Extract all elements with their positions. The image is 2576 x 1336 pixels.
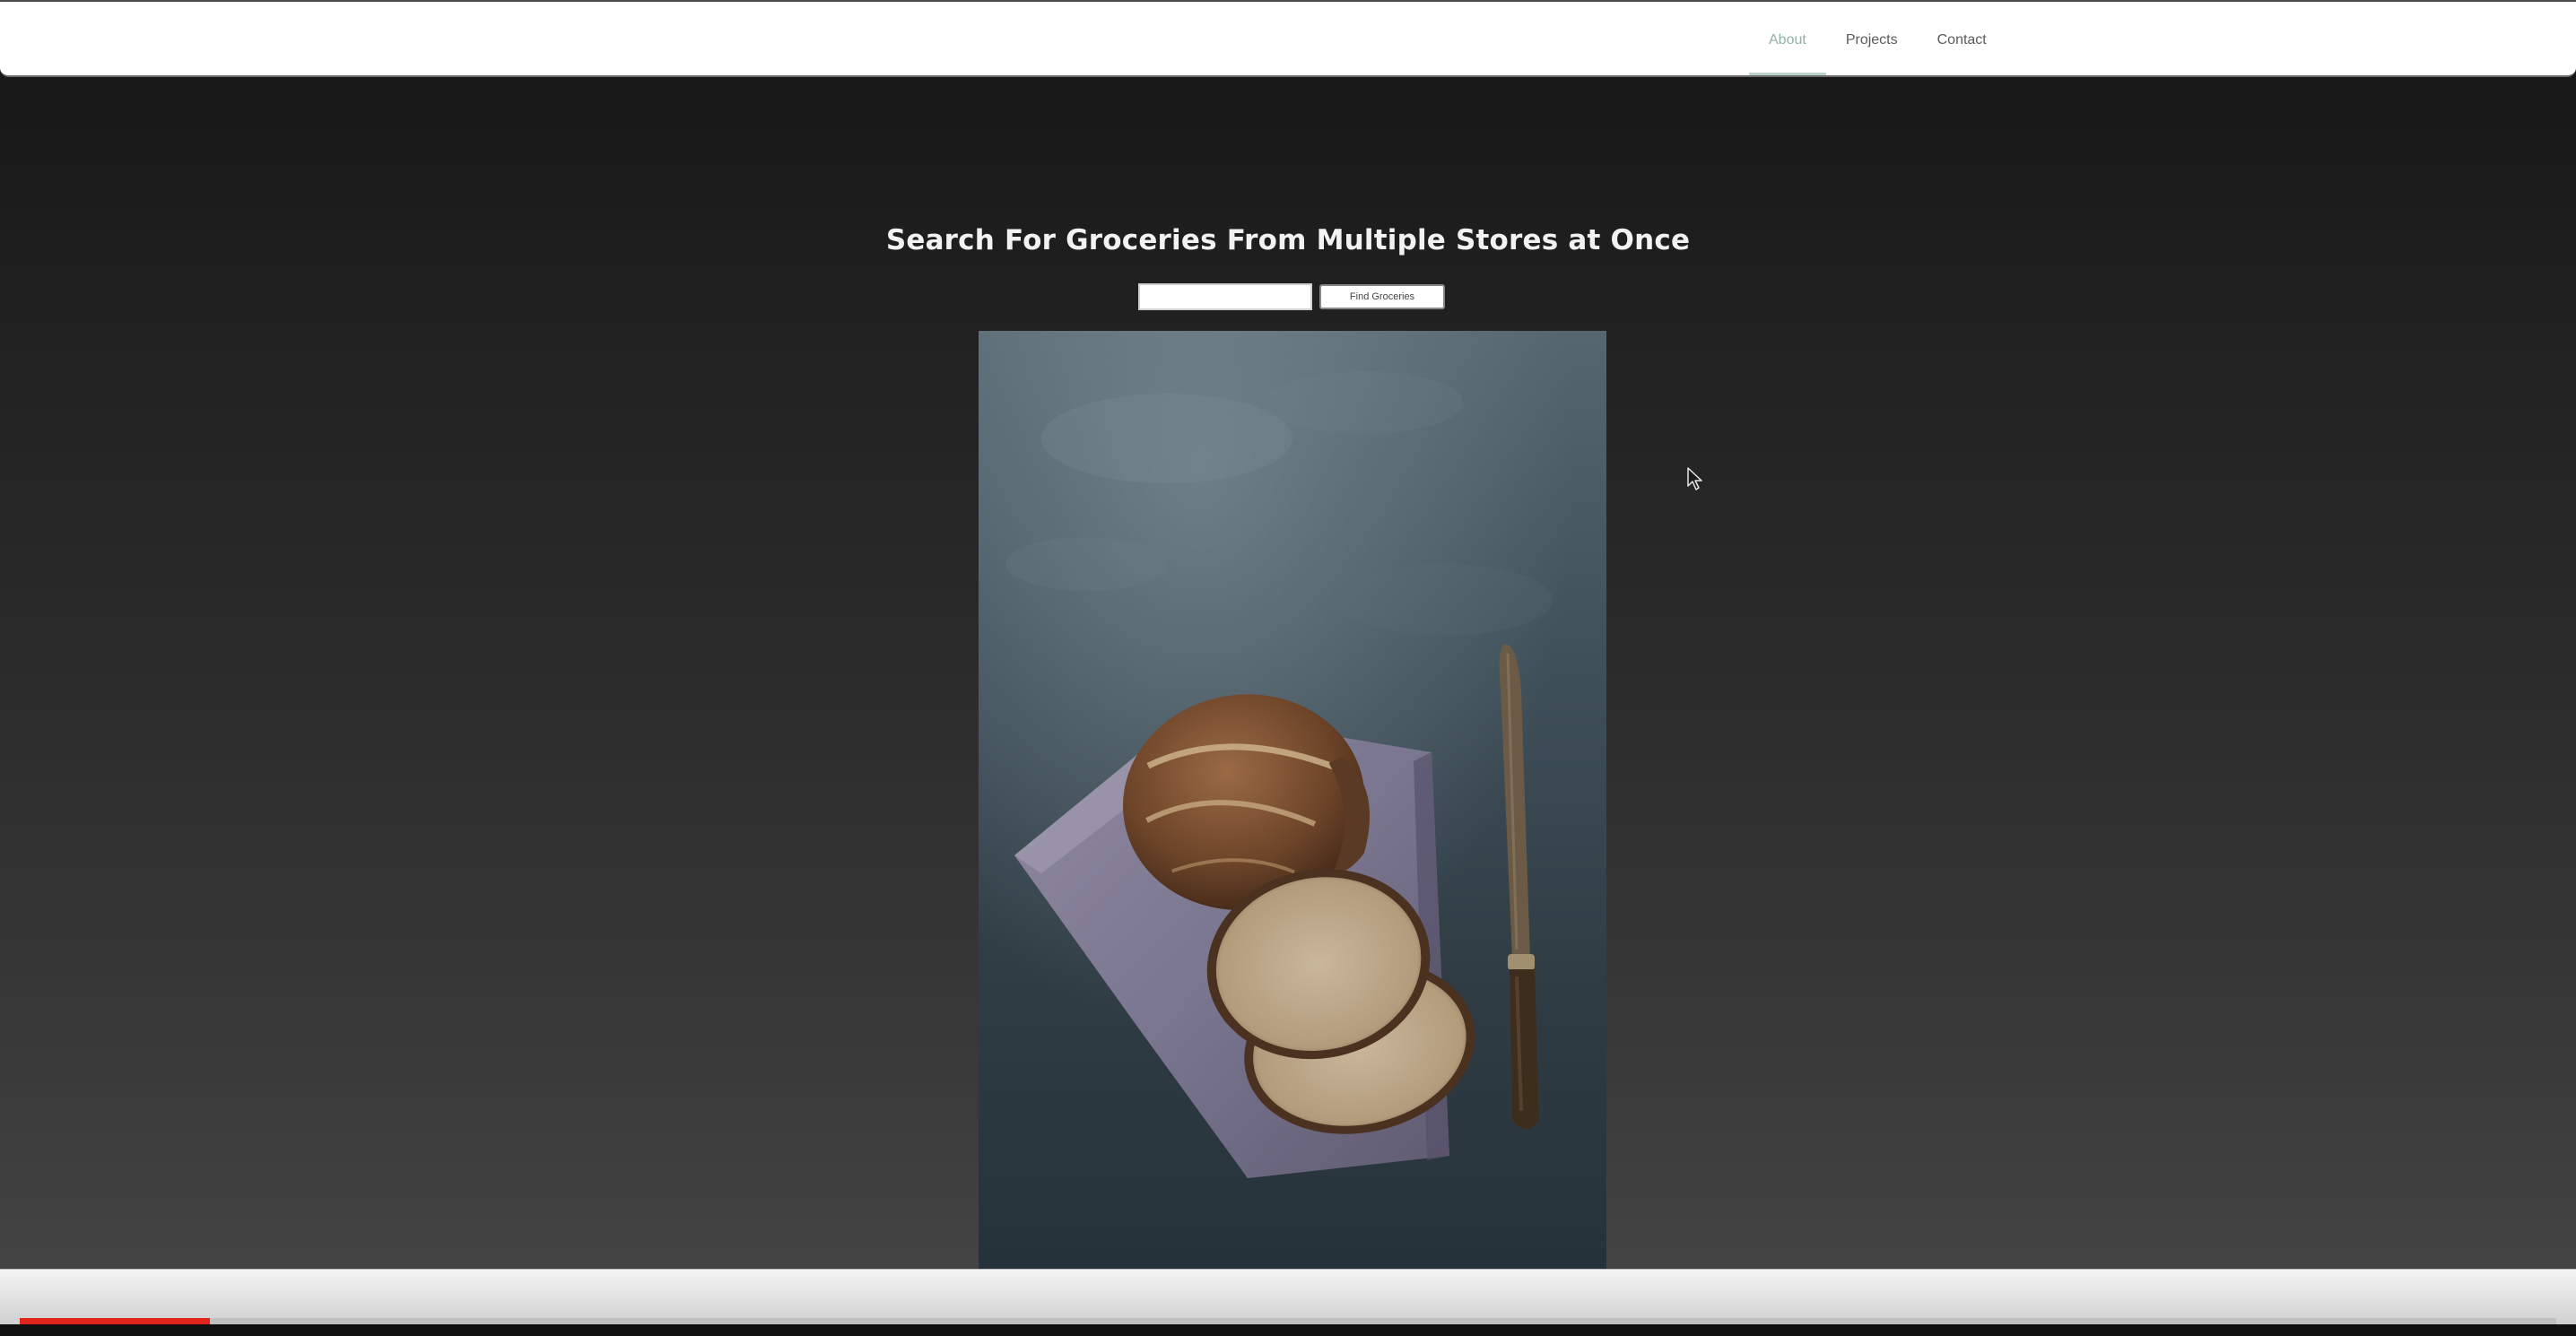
page: About Projects Contact Search For Grocer… [0, 0, 2576, 1336]
nav-link-projects[interactable]: Projects [1826, 2, 1918, 77]
hero-image [979, 331, 1606, 1269]
bottom-strip [0, 1324, 2576, 1336]
bread-photo [979, 331, 1606, 1269]
nav-link-about[interactable]: About [1749, 2, 1826, 77]
top-navigation: About Projects Contact [0, 0, 2576, 77]
nav-link-contact[interactable]: Contact [1918, 2, 2006, 77]
search-input[interactable] [1138, 283, 1312, 310]
video-player-bar [0, 1269, 2576, 1325]
find-groceries-button[interactable]: Find Groceries [1319, 284, 1445, 309]
nav-links: About Projects Contact [1749, 2, 2006, 77]
search-form: Find Groceries [1138, 283, 1445, 310]
mouse-cursor-icon [1686, 466, 1708, 493]
page-title: Search For Groceries From Multiple Store… [885, 224, 1691, 256]
